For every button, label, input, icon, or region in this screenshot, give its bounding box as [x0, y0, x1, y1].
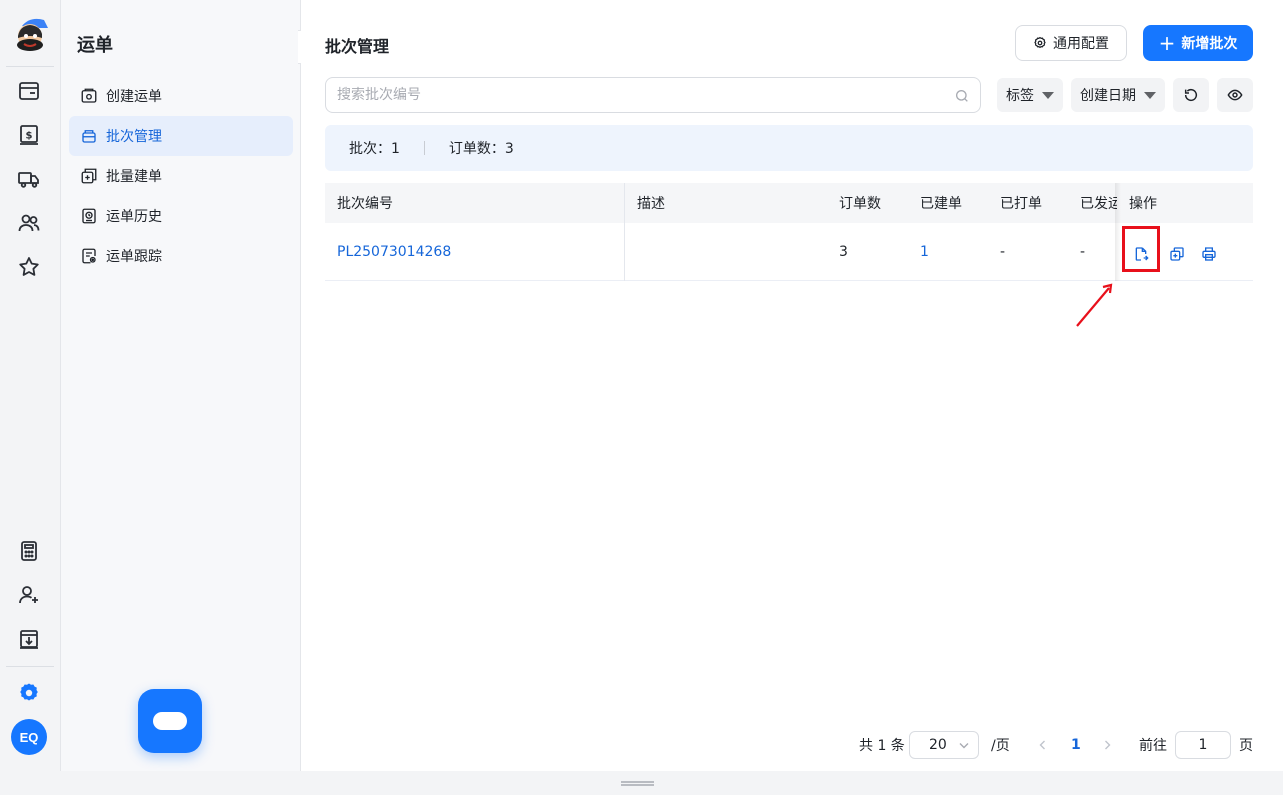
page-number-current[interactable]: 1 — [1071, 731, 1081, 759]
search-input[interactable] — [337, 78, 937, 112]
search-icon[interactable] — [954, 88, 970, 104]
bottom-panel-bar — [0, 771, 1283, 795]
caret-down-icon — [1144, 91, 1156, 99]
rail-divider — [6, 666, 54, 667]
resize-handle[interactable] — [621, 781, 654, 786]
sub-navigation: 运单 创建运单 批次管理 批量建单 运单历史 运单跟踪 — [61, 0, 301, 771]
page-size-value: 20 — [929, 737, 947, 753]
search-box — [325, 77, 981, 113]
shipped-count-cell: - — [1080, 243, 1086, 260]
general-config-label: 通用配置 — [1053, 36, 1109, 52]
box-plus-icon — [81, 88, 97, 103]
column-header-description[interactable]: 描述 — [637, 183, 665, 223]
column-header-printed[interactable]: 已打单 — [1000, 183, 1042, 223]
chat-button[interactable] — [138, 689, 202, 753]
batch-count: 批次：1 — [349, 141, 400, 157]
settings-icon[interactable] — [16, 680, 42, 706]
add-batch-button[interactable]: + 新增批次 — [1143, 25, 1253, 61]
nav-item-bulk-create[interactable]: 批量建单 — [69, 156, 293, 196]
general-config-button[interactable]: 通用配置 — [1015, 25, 1127, 61]
chevron-down-icon — [959, 743, 969, 749]
nav-item-batch-management[interactable]: 批次管理 — [69, 116, 293, 156]
created-date-filter-dropdown[interactable]: 创建日期 — [1071, 78, 1165, 112]
dollar-bill-icon[interactable]: $ — [16, 122, 42, 148]
page-size-select[interactable]: 20 — [909, 731, 979, 759]
chat-bubble-icon — [153, 712, 187, 730]
printed-count-cell: - — [1000, 243, 1006, 260]
chevron-right-icon — [1105, 740, 1111, 750]
per-page-label: /页 — [991, 738, 1010, 754]
user-add-icon[interactable] — [16, 582, 42, 608]
logo-icon[interactable] — [8, 14, 52, 54]
nav-item-waybill-history[interactable]: 运单历史 — [69, 196, 293, 236]
nav-item-label: 批次管理 — [106, 129, 162, 145]
order-count: 订单数：3 — [448, 141, 514, 157]
column-visibility-button[interactable] — [1217, 78, 1253, 112]
column-header-actions: 操作 — [1129, 196, 1157, 212]
column-divider — [624, 183, 625, 281]
users-icon[interactable] — [16, 210, 42, 236]
track-doc-icon — [82, 248, 96, 264]
duplicate-batch-action[interactable] — [1167, 244, 1187, 264]
next-page-button[interactable] — [1101, 731, 1113, 759]
highlight-box — [1122, 226, 1160, 272]
wallet-icon[interactable] — [16, 78, 42, 104]
table-header: 批次编号 描述 订单数 已建单 已打单 已发运 操作 — [325, 183, 1253, 223]
goto-label: 前往 — [1139, 738, 1167, 754]
summary-divider — [423, 141, 425, 155]
chevron-left-icon — [1039, 740, 1045, 750]
summary-bar: 批次：1 订单数：3 — [325, 125, 1253, 171]
nav-item-label: 运单历史 — [106, 209, 162, 225]
stack-add-icon — [81, 168, 97, 184]
print-batch-action[interactable] — [1199, 244, 1219, 264]
history-icon — [82, 208, 96, 224]
tag-filter-label: 标签 — [1006, 88, 1034, 104]
column-header-shipped[interactable]: 已发运 — [1080, 183, 1117, 223]
created-date-filter-label: 创建日期 — [1080, 88, 1136, 104]
prev-page-button[interactable] — [1037, 731, 1049, 759]
section-title: 运单 — [77, 35, 113, 56]
copy-add-icon — [1170, 247, 1184, 261]
fixed-column-shadow — [1115, 183, 1121, 281]
annotation-arrow — [1076, 283, 1113, 327]
calculator-icon[interactable] — [16, 538, 42, 564]
page-unit-label: 页 — [1239, 738, 1253, 754]
created-count-link[interactable]: 1 — [920, 223, 929, 280]
nav-item-label: 运单跟踪 — [106, 249, 162, 265]
app-window: $ EQ 运单 创建运单 批次管理 批量建单 运单历史 运单跟踪 批次管理 通用… — [0, 0, 1283, 795]
gear-icon — [1034, 36, 1046, 49]
layers-icon — [82, 130, 96, 143]
download-box-icon[interactable] — [16, 626, 42, 652]
user-avatar[interactable]: EQ — [11, 719, 47, 755]
column-header-created[interactable]: 已建单 — [920, 183, 962, 223]
nav-item-label: 创建运单 — [106, 89, 162, 105]
goto-page-input[interactable]: 1 — [1175, 731, 1231, 759]
plus-icon: + — [1158, 31, 1176, 55]
order-count-cell: 3 — [839, 243, 848, 260]
tag-filter-dropdown[interactable]: 标签 — [997, 78, 1063, 112]
star-icon[interactable] — [16, 254, 42, 280]
icon-rail: $ EQ — [0, 0, 61, 771]
printer-icon — [1202, 247, 1216, 261]
nav-item-label: 批量建单 — [106, 169, 162, 185]
truck-icon[interactable] — [16, 166, 42, 192]
refresh-button[interactable] — [1173, 78, 1209, 112]
refresh-icon — [1184, 88, 1198, 102]
page-title: 批次管理 — [325, 37, 390, 56]
rail-divider — [6, 66, 54, 67]
nav-item-create-waybill[interactable]: 创建运单 — [69, 76, 293, 116]
column-header-order-count[interactable]: 订单数 — [839, 183, 881, 223]
svg-text:$: $ — [26, 131, 33, 142]
batch-table: 批次编号 描述 订单数 已建单 已打单 已发运 操作 PL25073014268… — [325, 183, 1253, 281]
add-batch-label: 新增批次 — [1181, 36, 1238, 52]
caret-down-icon — [1042, 91, 1054, 99]
table-row: PL25073014268 3 1 - - — [325, 223, 1253, 281]
main-content: 批次管理 通用配置 + 新增批次 标签 创建日期 批次：1 — [301, 0, 1283, 771]
eye-icon — [1227, 89, 1243, 101]
batch-number-link[interactable]: PL25073014268 — [337, 223, 451, 280]
nav-item-waybill-tracking[interactable]: 运单跟踪 — [69, 236, 293, 276]
column-header-batch-no[interactable]: 批次编号 — [337, 183, 393, 223]
pagination-total: 共 1 条 — [859, 738, 905, 754]
